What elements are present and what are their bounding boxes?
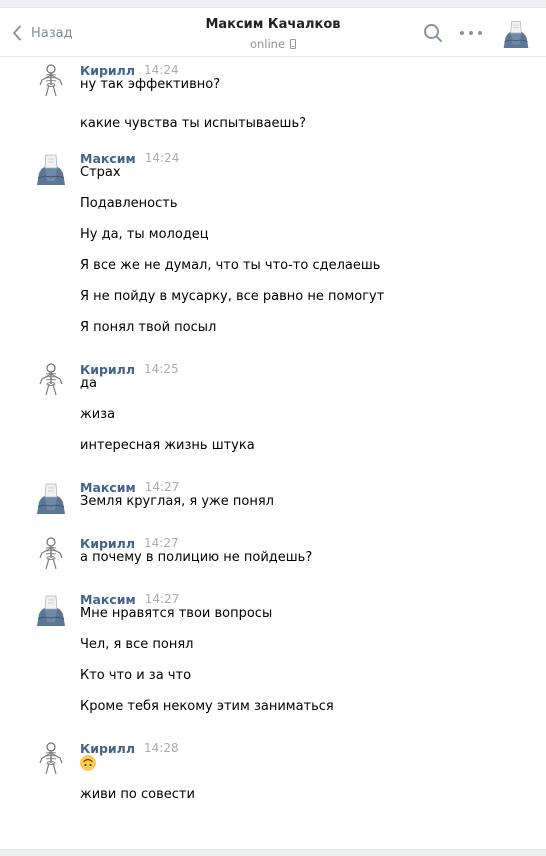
message-header: Кирилл 14:27	[80, 536, 179, 551]
avatar-kirill[interactable]	[36, 536, 66, 570]
avatar-kirill[interactable]	[36, 741, 66, 775]
message-time[interactable]: 14:27	[145, 592, 180, 606]
message-text: Мне нравятся твои вопросы	[80, 606, 273, 621]
avatar-maxim[interactable]	[36, 480, 66, 514]
message-text: да	[80, 376, 97, 391]
message-header: Кирилл 14:28	[80, 741, 179, 756]
search-button[interactable]	[423, 23, 443, 43]
back-label: Назад	[31, 25, 73, 41]
message-time[interactable]: 14:27	[144, 536, 179, 550]
message-time[interactable]: 14:24	[144, 63, 179, 77]
message-time[interactable]: 14:28	[144, 741, 179, 755]
message-text: жиза	[80, 407, 116, 422]
back-button[interactable]: Назад	[12, 22, 73, 44]
author-name[interactable]: Максим	[80, 592, 136, 607]
avatar-kirill[interactable]	[36, 362, 66, 396]
bottom-background-strip	[0, 849, 546, 856]
chat-header: Назад Максим Качалков online	[0, 8, 546, 57]
author-name[interactable]: Максим	[80, 151, 136, 166]
author-name[interactable]: Кирилл	[80, 536, 135, 551]
message-group: Кирилл 14:24 ну так эффективно? какие чувст…	[0, 63, 546, 136]
message-group: Максим 14:24 Страх Подавленость Ну да, ты мо…	[0, 151, 546, 340]
author-name[interactable]: Кирилл	[80, 63, 135, 78]
status-text: online	[249, 37, 286, 51]
message-header: Максим 14:27	[80, 480, 180, 495]
chevron-left-icon	[13, 25, 21, 41]
message-text: Кроме тебя некому этим заниматься	[80, 699, 334, 714]
message-text: Земля круглая, я уже понял	[80, 494, 274, 509]
chat-window: Назад Максим Качалков online Кирилл 14:2…	[0, 7, 546, 849]
message-header: Кирилл 14:25	[80, 362, 179, 377]
message-group: Кирилл 14:28 живи по совести	[0, 741, 546, 807]
message-text: Я не пойду в мусарку, все равно не помог…	[80, 289, 385, 304]
message-group: Максим 14:27 Земля круглая, я уже понял	[0, 480, 546, 514]
more-dots-icon	[469, 31, 473, 35]
message-header: Кирилл 14:24	[80, 63, 179, 78]
top-background-strip	[0, 0, 546, 7]
avatar-kirill[interactable]	[36, 63, 66, 97]
message-group: Кирилл 14:25 да жиза интересная жизнь штука	[0, 362, 546, 458]
mobile-phone-icon	[290, 39, 297, 49]
message-header: Максим 14:27	[80, 592, 180, 607]
message-header: Максим 14:24	[80, 151, 180, 166]
more-dots-icon	[460, 31, 464, 35]
message-text: Подавленость	[80, 196, 178, 211]
author-name[interactable]: Максим	[80, 480, 136, 495]
message-time[interactable]: 14:24	[145, 151, 180, 165]
message-group: Кирилл 14:27 а почему в полицию не пойдешь…	[0, 536, 546, 570]
chat-title-block[interactable]: Максим Качалков online	[150, 17, 396, 53]
search-icon	[424, 24, 442, 42]
message-time[interactable]: 14:27	[145, 480, 180, 494]
avatar-maxim-icon	[502, 18, 530, 48]
message-text: живи по совести	[80, 787, 195, 802]
message-text: а почему в полицию не пойдешь?	[80, 550, 313, 565]
avatar-maxim[interactable]	[36, 592, 66, 626]
header-avatar[interactable]	[502, 18, 530, 48]
online-status: online	[249, 35, 297, 53]
message-text: интересная жизнь штука	[80, 438, 255, 453]
message-group: Максим 14:27 Мне нравятся твои вопросы Чел,…	[0, 592, 546, 719]
author-name[interactable]: Кирилл	[80, 741, 135, 756]
avatar-maxim[interactable]	[36, 151, 66, 185]
message-text: Чел, я все понял	[80, 637, 194, 652]
message-text: Ну да, ты молодец	[80, 227, 209, 242]
message-history: Кирилл 14:24 ну так эффективно? какие чувст…	[0, 58, 546, 848]
more-dots-icon	[478, 31, 482, 35]
chat-title: Максим Качалков	[205, 17, 341, 32]
upside-down-face-emoji-icon	[80, 755, 96, 771]
message-text: ну так эффективно?	[80, 77, 221, 92]
message-text: Страх	[80, 165, 121, 180]
message-text: Я понял твой посыл	[80, 320, 217, 335]
message-text: какие чувства ты испытываешь?	[80, 116, 307, 131]
message-text: Я все же не думал, что ты что-то сделаеш…	[80, 258, 381, 273]
message-time[interactable]: 14:25	[144, 362, 179, 376]
more-actions-button[interactable]	[460, 23, 482, 43]
author-name[interactable]: Кирилл	[80, 362, 135, 377]
message-text: Кто что и за что	[80, 668, 192, 683]
